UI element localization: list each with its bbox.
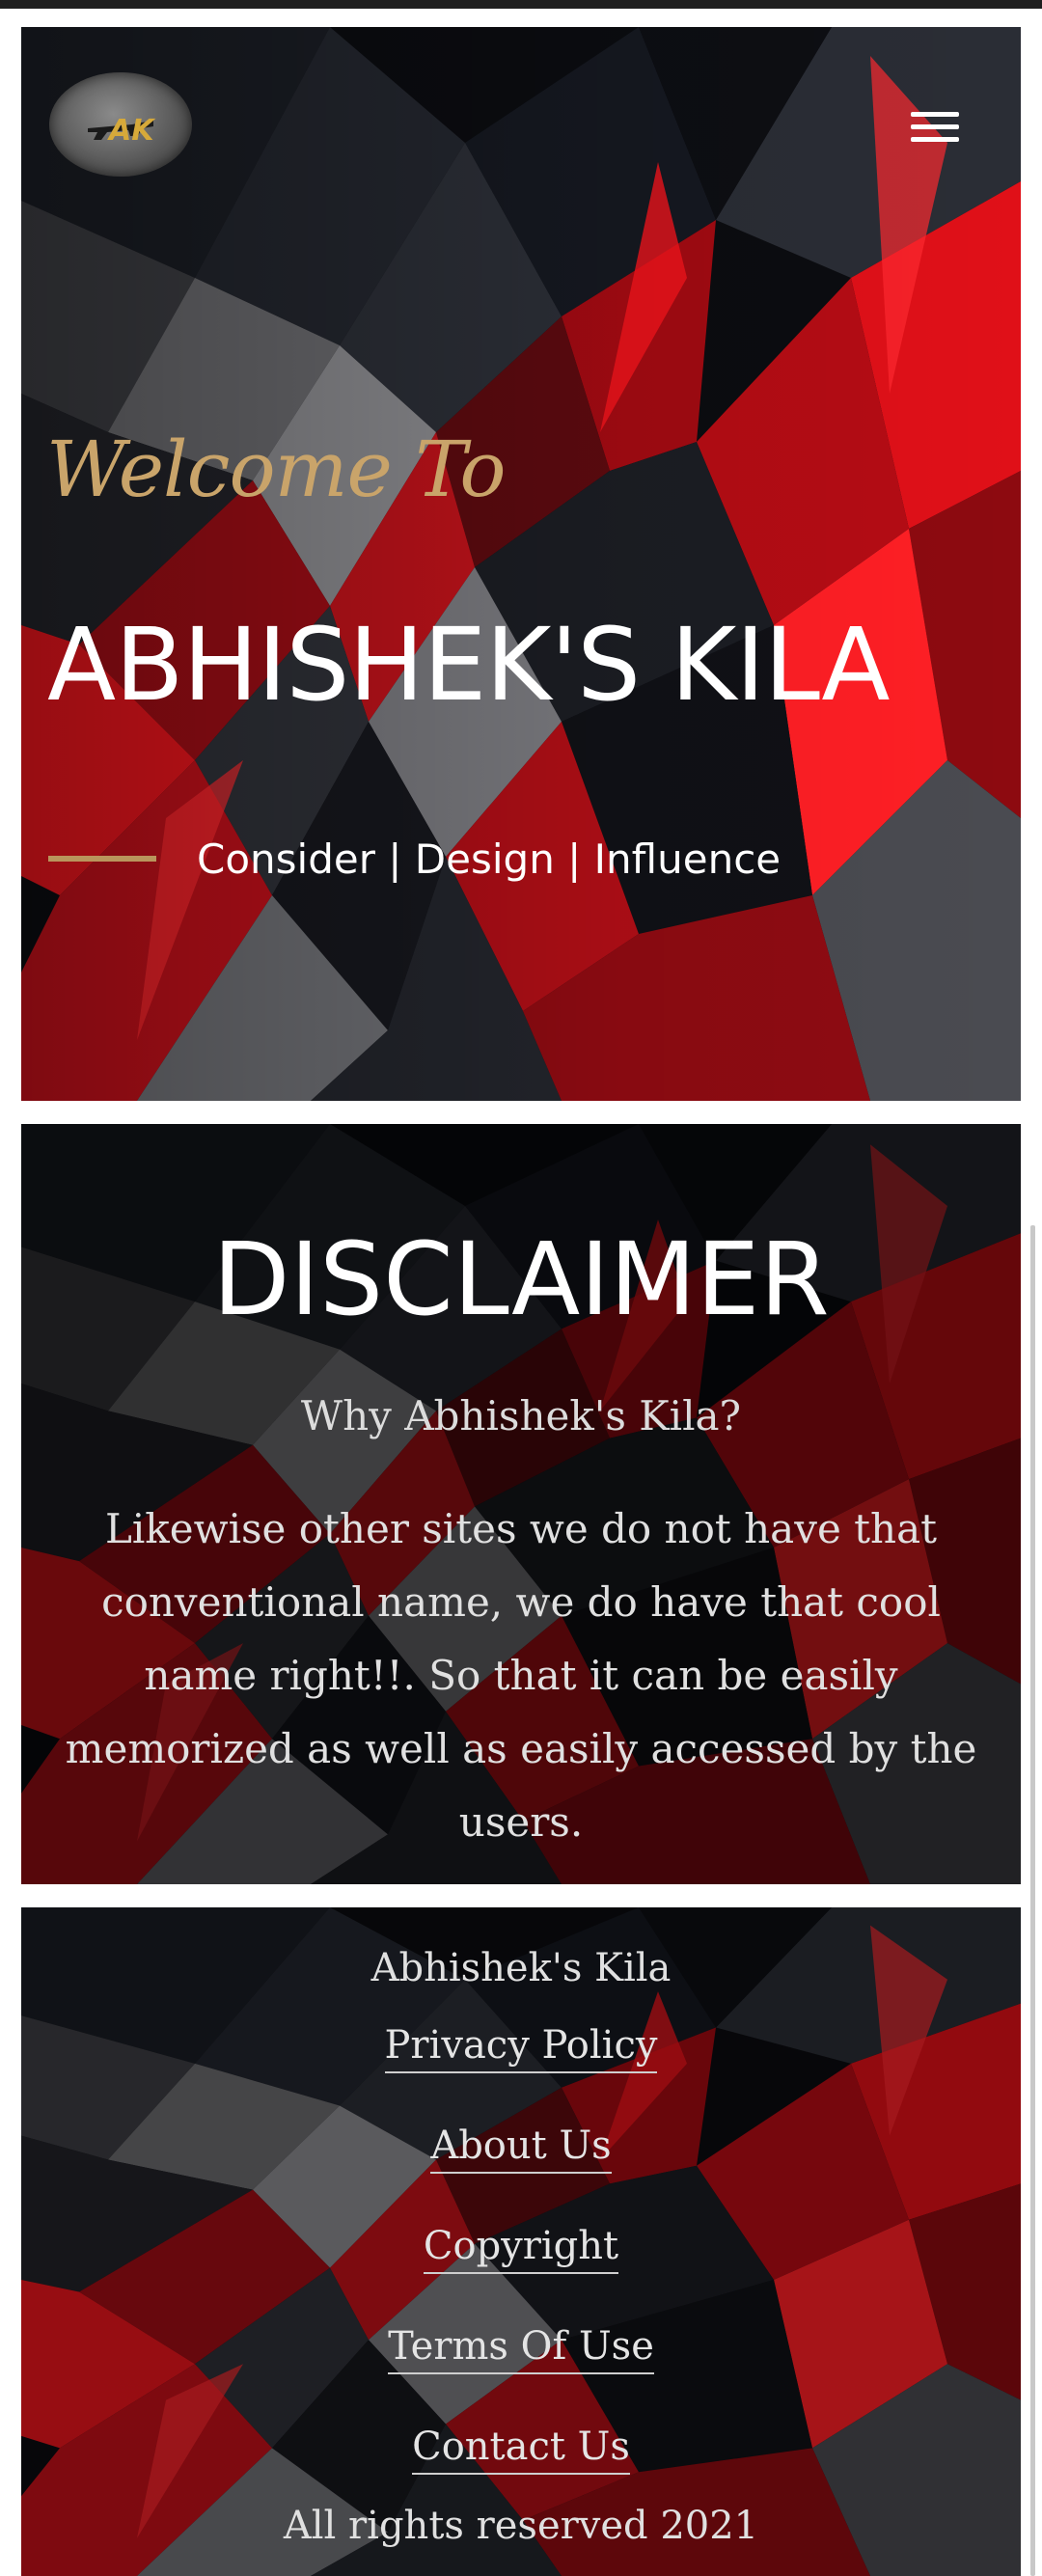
site-title: ABHISHEK'S KILA bbox=[47, 606, 891, 724]
footer-link-privacy-policy[interactable]: Privacy Policy bbox=[384, 2023, 658, 2124]
disclaimer-heading: DISCLAIMER bbox=[212, 1220, 830, 1338]
status-bar bbox=[0, 0, 1042, 9]
disclaimer-subheading: Why Abhishek's Kila? bbox=[300, 1392, 742, 1439]
footer-link-terms-of-use[interactable]: Terms Of Use bbox=[388, 2324, 654, 2425]
tagline-divider bbox=[48, 856, 156, 862]
disclaimer-section: DISCLAIMER Why Abhishek's Kila? Likewise… bbox=[21, 1124, 1021, 1884]
site-logo[interactable]: AK bbox=[49, 72, 192, 177]
footer: Abhishek's Kila Privacy Policy About Us … bbox=[21, 1907, 1021, 2576]
footer-link-about-us[interactable]: About Us bbox=[430, 2124, 612, 2224]
rifle-logo-icon: AK bbox=[88, 114, 156, 148]
footer-brand: Abhishek's Kila bbox=[370, 1946, 672, 1990]
logo-letters: AK bbox=[107, 114, 156, 148]
welcome-text: Welcome To bbox=[46, 425, 507, 514]
hamburger-menu-icon[interactable] bbox=[909, 104, 963, 149]
footer-copyright: All rights reserved 2021 bbox=[283, 2504, 759, 2548]
hero-section: AK Welcome To ABHISHEK'S KILA Consider |… bbox=[21, 27, 1021, 1101]
footer-links: Privacy Policy About Us Copyright Terms … bbox=[21, 2023, 1021, 2525]
footer-link-copyright[interactable]: Copyright bbox=[423, 2224, 619, 2324]
disclaimer-body: Likewise other sites we do not have that… bbox=[65, 1505, 977, 1846]
tagline: Consider | Design | Influence bbox=[197, 836, 782, 883]
scrollbar[interactable] bbox=[1030, 1225, 1035, 2576]
